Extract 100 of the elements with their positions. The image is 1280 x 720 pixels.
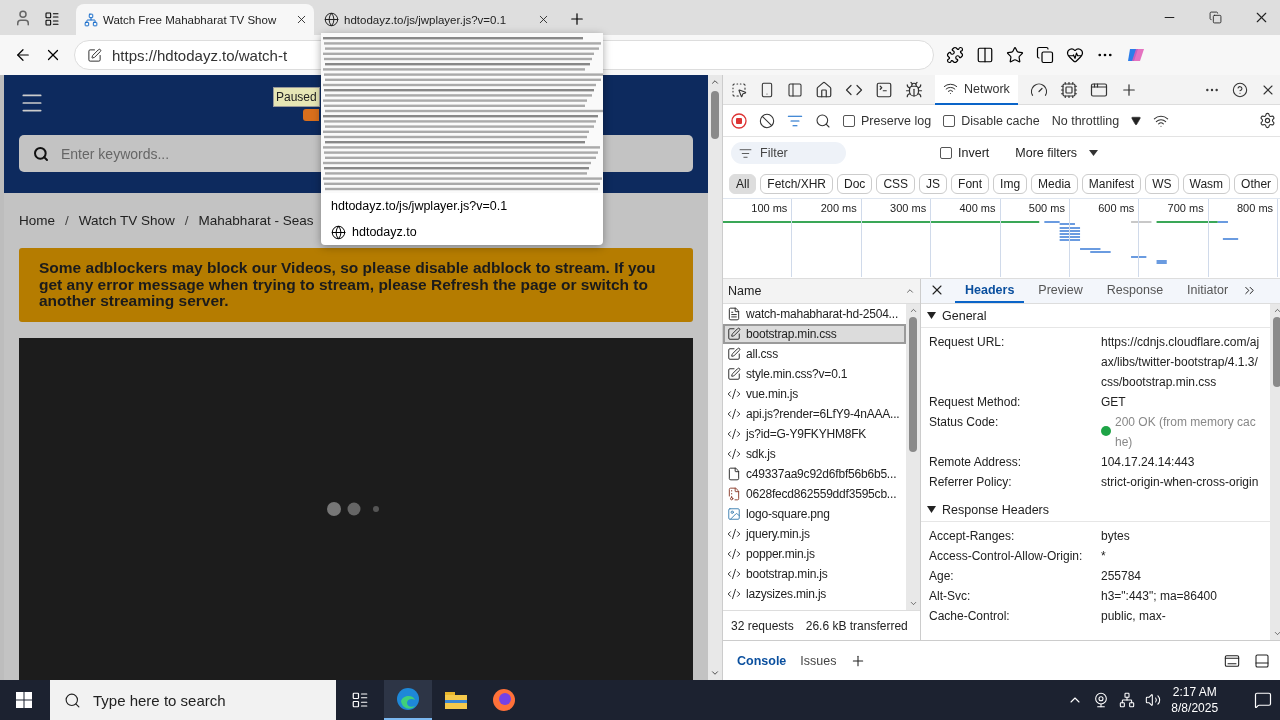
task-view-icon[interactable]	[351, 691, 369, 709]
type-filter-chip[interactable]: Media	[1031, 173, 1078, 194]
detail-tab[interactable]: Initiator	[1177, 283, 1239, 303]
type-filter-chip[interactable]: Doc	[837, 173, 873, 194]
breadcrumb-link[interactable]: Home	[19, 213, 55, 248]
column-header[interactable]: Name	[728, 284, 762, 298]
application-icon[interactable]	[1089, 80, 1108, 99]
detail-tab[interactable]: Preview	[1028, 283, 1093, 303]
search-icon[interactable]	[815, 112, 831, 129]
request-row[interactable]: bootstrap.min.css	[723, 324, 906, 344]
type-filter-chip[interactable]: Font	[951, 173, 990, 194]
section-header[interactable]: Response Headers	[921, 498, 1271, 522]
performance-icon[interactable]	[1066, 46, 1084, 64]
type-filter-chip[interactable]: Other	[1234, 173, 1279, 194]
scrollbar-thumb[interactable]	[1273, 317, 1280, 387]
scroll-down-icon[interactable]	[908, 599, 918, 608]
expand-caret-icon[interactable]	[927, 506, 936, 513]
request-row[interactable]: js?id=G-Y9FKYHM8FK	[723, 424, 906, 444]
bug-icon[interactable]	[905, 80, 923, 99]
detail-tab[interactable]: Response	[1096, 283, 1174, 303]
edge-browser-icon[interactable]	[396, 687, 420, 711]
request-row[interactable]: api.js?render=6LfY9-4nAAA...	[723, 404, 906, 424]
scroll-down-icon[interactable]	[710, 668, 720, 678]
expand-caret-icon[interactable]	[927, 312, 936, 319]
request-row[interactable]: sdk.js	[723, 444, 906, 464]
performance-icon[interactable]	[1029, 80, 1048, 99]
record-icon[interactable]	[731, 112, 747, 129]
type-filter-chip[interactable]: Manifest	[1081, 173, 1142, 194]
scroll-up-icon[interactable]	[908, 306, 918, 315]
volume-icon[interactable]	[1145, 692, 1162, 708]
invert-checkbox[interactable]: Invert	[940, 146, 990, 160]
browser-tab[interactable]: hdtodayz.to/js/jwplayer.js?v=0.1	[316, 4, 556, 35]
request-row[interactable]: jquery.min.js	[723, 524, 906, 544]
request-row[interactable]: all.css	[723, 344, 906, 364]
type-filter-chip[interactable]: Img	[993, 173, 1028, 194]
firefox-icon[interactable]	[492, 688, 516, 712]
request-row[interactable]: watch-mahabharat-hd-2504...	[723, 304, 906, 324]
network-icon[interactable]	[1119, 692, 1136, 708]
home-icon[interactable]	[815, 80, 833, 99]
back-icon[interactable]	[14, 46, 32, 64]
type-filter-chip[interactable]: WS	[1145, 173, 1179, 194]
scrollbar-thumb[interactable]	[711, 91, 719, 139]
more-filters-dropdown[interactable]: More filters	[1015, 146, 1078, 160]
preserve-log-checkbox[interactable]: Preserve log	[843, 113, 932, 128]
restore-icon[interactable]	[1208, 11, 1222, 24]
dock-icon[interactable]	[1224, 652, 1241, 669]
taskbar-search-field[interactable]: Type here to search	[50, 680, 336, 720]
throttling-dropdown[interactable]: No throttling	[1051, 113, 1120, 128]
sort-icon[interactable]	[905, 286, 915, 296]
type-filter-chip[interactable]: All	[729, 173, 757, 194]
camera-icon[interactable]	[1093, 692, 1110, 708]
breadcrumb-link[interactable]: Mahabharat - Seas	[198, 213, 314, 248]
inspect-icon[interactable]	[731, 81, 747, 98]
folder-icon[interactable]	[444, 690, 468, 710]
request-row[interactable]: vue.min.js	[723, 384, 906, 404]
drawer-tab[interactable]: Issues	[800, 653, 837, 668]
close-tab-icon[interactable]	[295, 13, 308, 26]
detail-tab[interactable]: Headers	[955, 283, 1025, 303]
tab-actions-icon[interactable]	[44, 11, 60, 27]
windows-start-icon[interactable]	[16, 692, 32, 708]
drawer-tab[interactable]: Console	[737, 653, 787, 668]
request-row[interactable]: style.min.css?v=0.1	[723, 364, 906, 384]
request-row[interactable]: 0628fecd862559ddf3595cb...	[723, 484, 906, 504]
settings-icon[interactable]	[1259, 112, 1277, 129]
request-row[interactable]: c49337aa9c92d6fbf56b6b5...	[723, 464, 906, 484]
devtools-tab[interactable]: Network	[935, 74, 1018, 105]
favorites-icon[interactable]	[1006, 46, 1024, 64]
breadcrumb-link[interactable]: Watch TV Show	[78, 213, 175, 248]
section-header[interactable]: General	[921, 304, 1271, 328]
scroll-down-icon[interactable]	[1272, 629, 1280, 638]
clock-time[interactable]: 2:17 AM	[1172, 684, 1217, 700]
extensions-icon[interactable]	[946, 46, 964, 64]
request-row[interactable]: lazysizes.min.js	[723, 584, 906, 604]
filter-field[interactable]: Filter	[731, 142, 846, 164]
close-tab-icon[interactable]	[537, 13, 550, 26]
browser-tab[interactable]: Watch Free Mahabharat TV Show	[76, 4, 314, 35]
type-filter-chip[interactable]: JS	[919, 173, 948, 194]
profile-icon[interactable]	[14, 9, 32, 27]
type-filter-chip[interactable]: Fetch/XHR	[760, 173, 834, 194]
clock-date[interactable]: 8/8/2025	[1171, 700, 1219, 716]
scroll-up-icon[interactable]	[1272, 306, 1280, 315]
type-filter-chip[interactable]: Wasm	[1182, 173, 1231, 194]
scrollbar-thumb[interactable]	[909, 317, 917, 452]
scroll-up-icon[interactable]	[710, 77, 720, 87]
memory-icon[interactable]	[1059, 80, 1078, 99]
clear-icon[interactable]	[759, 112, 775, 129]
device-icon[interactable]	[759, 81, 775, 98]
dropdown-caret-icon[interactable]	[1089, 150, 1099, 156]
console-icon[interactable]	[875, 80, 893, 99]
help-icon[interactable]	[1232, 81, 1249, 98]
notifications-icon[interactable]	[1254, 691, 1273, 709]
dropdown-caret-icon[interactable]	[1131, 115, 1142, 126]
sidebar-icon[interactable]	[787, 81, 803, 98]
type-filter-chip[interactable]: CSS	[876, 173, 916, 194]
drawer-icon[interactable]	[1254, 652, 1271, 669]
request-row[interactable]: popper.min.js	[723, 544, 906, 564]
disable-cache-checkbox[interactable]: Disable cache	[943, 113, 1040, 128]
new-tab-icon[interactable]	[568, 10, 586, 28]
request-row[interactable]: logo-square.png	[723, 504, 906, 524]
collections-icon[interactable]	[1036, 46, 1054, 64]
